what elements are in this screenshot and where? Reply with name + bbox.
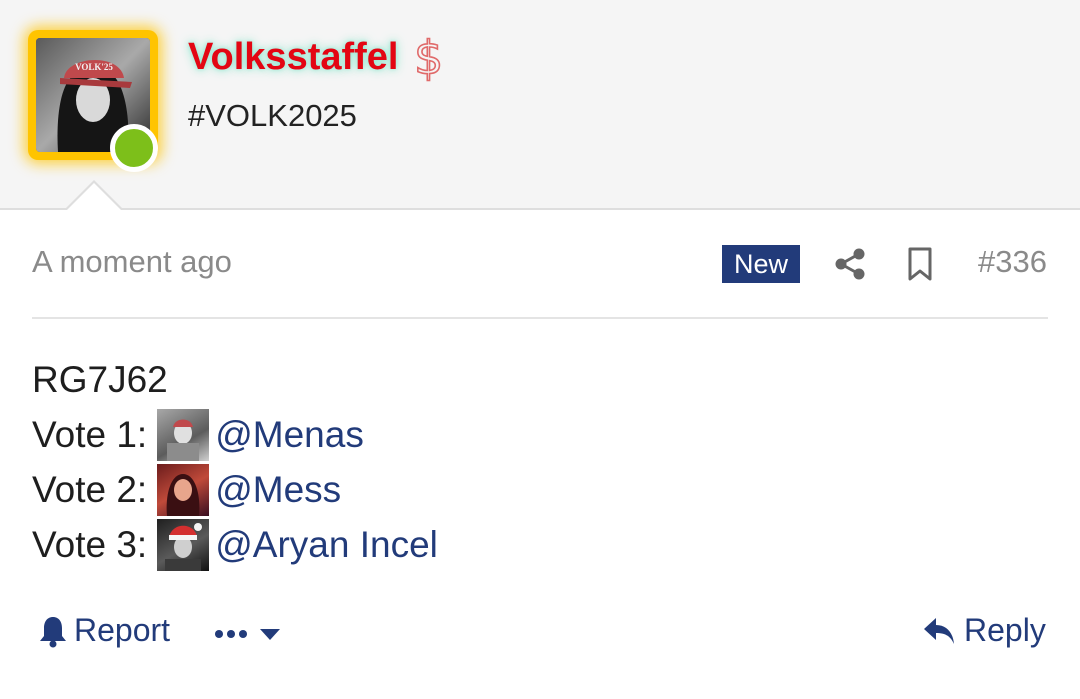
vote-label: Vote 1: bbox=[32, 414, 148, 455]
post-body: RG7J62 Vote 1: @Menas Vote 2: @Mess Vote… bbox=[32, 352, 438, 572]
post-timestamp[interactable]: A moment ago bbox=[32, 244, 232, 280]
mention-avatar[interactable] bbox=[157, 408, 210, 461]
author-avatar-frame[interactable]: VOLK'25 bbox=[28, 30, 158, 172]
mention-avatar-image bbox=[165, 522, 203, 571]
mention-avatar[interactable] bbox=[157, 518, 210, 571]
author-username[interactable]: Volksstaffel bbox=[188, 36, 398, 79]
report-label: Report bbox=[74, 612, 171, 648]
bell-icon bbox=[40, 616, 66, 647]
new-badge: New bbox=[722, 245, 801, 283]
ellipsis-icon bbox=[215, 630, 247, 638]
chevron-down-icon bbox=[260, 629, 280, 640]
dollar-sign-icon: $ bbox=[413, 30, 444, 86]
avatar-cap-text: VOLK'25 bbox=[75, 62, 113, 72]
mention-avatar-image bbox=[166, 473, 200, 516]
post-code: RG7J62 bbox=[32, 359, 168, 400]
vote-label: Vote 2: bbox=[32, 469, 148, 510]
post-code-line: RG7J62 bbox=[32, 352, 438, 407]
post-header: VOLK'25 Volksstaffel $ #VOLK2025 bbox=[0, 0, 1080, 210]
meta-divider bbox=[32, 317, 1048, 319]
more-actions-menu-button[interactable] bbox=[214, 616, 282, 652]
reply-icon bbox=[924, 617, 954, 644]
user-mention-link[interactable]: @Aryan Incel bbox=[215, 517, 438, 572]
reply-label: Reply bbox=[964, 612, 1046, 648]
forum-post: VOLK'25 Volksstaffel $ #VOLK2025 A momen… bbox=[0, 0, 1080, 699]
report-button[interactable]: Report bbox=[38, 612, 170, 649]
vote-line: Vote 2: @Mess bbox=[32, 462, 438, 517]
post-number-link[interactable]: #336 bbox=[978, 244, 1047, 280]
vote-line: Vote 1: @Menas bbox=[32, 407, 438, 462]
user-mention-link[interactable]: @Menas bbox=[215, 407, 364, 462]
reply-button[interactable]: Reply bbox=[922, 612, 1046, 649]
user-mention-link[interactable]: @Mess bbox=[215, 462, 341, 517]
author-user-title: #VOLK2025 bbox=[188, 98, 357, 133]
vote-label: Vote 3: bbox=[32, 524, 148, 565]
mention-avatar[interactable] bbox=[157, 463, 210, 516]
bookmark-icon[interactable] bbox=[904, 246, 936, 282]
online-status-indicator bbox=[110, 124, 158, 172]
header-pointer-fill bbox=[66, 183, 122, 211]
mention-avatar-image bbox=[167, 419, 200, 461]
share-icon[interactable] bbox=[832, 246, 868, 282]
vote-line: Vote 3: @Aryan Incel bbox=[32, 517, 438, 572]
